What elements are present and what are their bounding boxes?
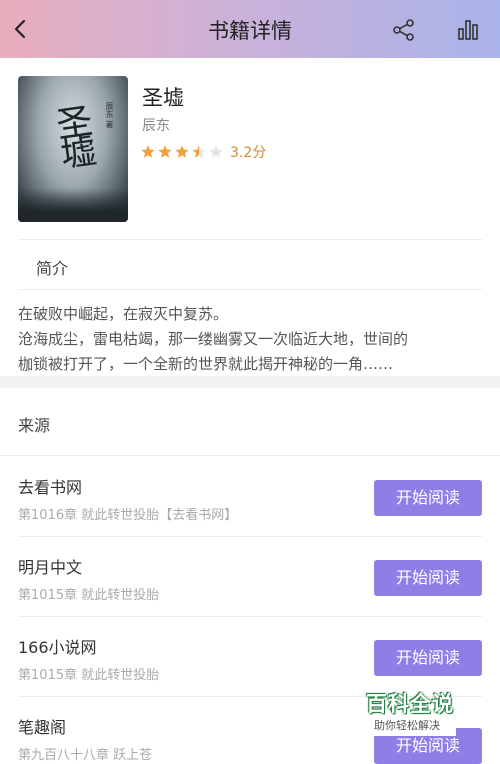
share-button[interactable] — [391, 17, 417, 43]
watermark-logo: 百科全说 助你轻松解决 — [352, 684, 462, 738]
source-name: 明月中文 — [18, 558, 83, 577]
start-reading-button[interactable]: 开始阅读 — [374, 560, 482, 596]
book-title: 圣墟 — [142, 86, 184, 110]
divider — [18, 289, 482, 290]
intro-label: 简介 — [36, 259, 69, 278]
bar-chart-icon — [458, 20, 478, 40]
intro-line: 枷锁被打开了，一个全新的世界就此揭开神秘的一角…… — [18, 355, 394, 373]
source-item: 明月中文 第1015章 就此转世投胎 开始阅读 — [0, 538, 500, 618]
intro-line: 沧海成尘，雷电枯竭，那一缕幽雾又一次临近大地，世间的 — [18, 330, 409, 348]
intro-text: 在破败中崛起，在寂灭中复苏。 沧海成尘，雷电枯竭，那一缕幽雾又一次临近大地，世间… — [18, 302, 488, 377]
source-chapter: 第九百八十八章 跃上苍 — [18, 748, 153, 763]
sources-title: 来源 — [18, 416, 51, 435]
cover-author: 辰东 著 — [105, 102, 114, 129]
star-icon — [209, 145, 223, 158]
source-name: 去看书网 — [18, 478, 83, 497]
share-icon — [393, 19, 414, 41]
source-item: 去看书网 第1016章 就此转世投胎【去看书网】 开始阅读 — [0, 458, 500, 538]
source-name: 166小说网 — [18, 638, 97, 657]
watermark-subtitle: 助你轻松解决 — [358, 716, 456, 736]
stats-button[interactable] — [455, 17, 481, 43]
intro-line: 在破败中崛起，在寂灭中复苏。 — [18, 305, 229, 323]
watermark-title: 百科全说 — [366, 692, 454, 716]
start-reading-button[interactable]: 开始阅读 — [374, 640, 482, 676]
star-icon — [175, 145, 189, 158]
start-reading-button[interactable]: 开始阅读 — [374, 480, 482, 516]
source-name: 笔趣阁 — [18, 718, 67, 737]
page-title: 书籍详情 — [208, 19, 292, 43]
divider — [18, 536, 482, 537]
divider — [0, 455, 500, 456]
rating-value: 3.2分 — [230, 145, 267, 161]
divider — [18, 239, 482, 240]
source-chapter: 第1015章 就此转世投胎 — [18, 668, 160, 683]
app-header: 书籍详情 — [0, 0, 500, 58]
rating-stars — [140, 144, 225, 160]
cover-shading — [18, 188, 128, 222]
rating: 3.2分 — [140, 143, 266, 161]
cover-title: 圣墟 — [48, 101, 97, 167]
divider — [18, 616, 482, 617]
source-chapter: 第1015章 就此转世投胎 — [18, 588, 160, 603]
star-icon — [192, 145, 206, 158]
book-author: 辰东 — [142, 118, 170, 134]
section-separator — [0, 376, 500, 388]
source-chapter: 第1016章 就此转世投胎【去看书网】 — [18, 508, 238, 523]
book-cover[interactable]: 圣墟 辰东 著 — [18, 76, 128, 222]
star-icon — [141, 145, 155, 158]
star-icon — [158, 145, 172, 158]
